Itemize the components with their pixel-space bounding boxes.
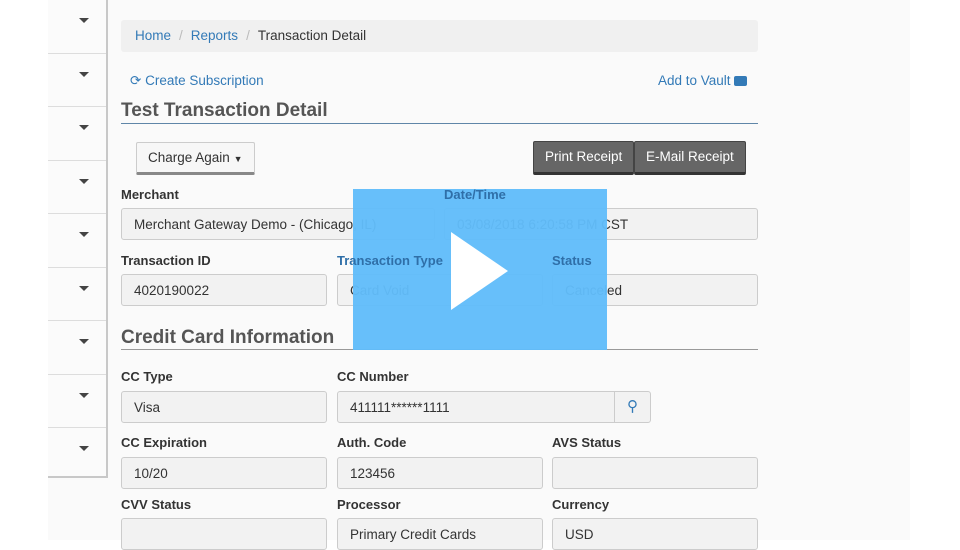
- search-icon: ⚲: [627, 398, 638, 415]
- currency-field[interactable]: USD: [552, 518, 758, 550]
- print-receipt-button[interactable]: Print Receipt: [533, 141, 635, 175]
- charge-again-button[interactable]: Charge Again ▼: [136, 142, 255, 175]
- sidebar-item[interactable]: [48, 375, 106, 428]
- sidebar-item[interactable]: [48, 54, 106, 107]
- avs-status-field[interactable]: [552, 457, 758, 489]
- sidebar-item[interactable]: [48, 428, 106, 482]
- caret-down-icon: [79, 125, 89, 130]
- create-subscription-link[interactable]: ⟳ Create Subscription: [130, 73, 264, 89]
- breadcrumb-reports[interactable]: Reports: [191, 28, 238, 43]
- breadcrumb-separator: /: [179, 28, 183, 43]
- sidebar-item[interactable]: [48, 0, 106, 54]
- caret-down-icon: [79, 339, 89, 344]
- cc-type-label: CC Type: [121, 369, 173, 384]
- search-button[interactable]: ⚲: [614, 391, 651, 423]
- cc-expiration-field[interactable]: 10/20: [121, 457, 327, 489]
- credit-card-section-title: Credit Card Information: [121, 327, 335, 348]
- breadcrumb-current: Transaction Detail: [257, 28, 367, 43]
- add-to-vault-link[interactable]: Add to Vault: [658, 73, 748, 88]
- caret-down-icon: [79, 446, 89, 451]
- page-title: Test Transaction Detail: [121, 100, 328, 121]
- caret-down-icon: [79, 232, 89, 237]
- cvv-status-label: CVV Status: [121, 497, 192, 512]
- caret-down-icon: [79, 392, 89, 398]
- avs-status-label: AVS Status: [552, 435, 622, 450]
- breadcrumb-separator: /: [246, 28, 250, 43]
- processor-field[interactable]: Primary Credit Cards: [337, 518, 543, 550]
- sidebar-item[interactable]: [48, 161, 106, 214]
- transaction-id-field[interactable]: 4020190022: [121, 274, 327, 306]
- video-play-button[interactable]: [353, 189, 607, 350]
- status-label: Status: [552, 253, 592, 268]
- caret-down-icon: [79, 178, 89, 184]
- briefcase-icon: [734, 76, 748, 86]
- cc-number-label: CC Number: [337, 369, 409, 384]
- play-icon: [451, 232, 508, 310]
- sidebar-item[interactable]: [48, 321, 106, 375]
- datetime-label: Date/Time: [444, 187, 506, 202]
- add-to-vault-label: Add to Vault: [658, 73, 731, 88]
- charge-again-label: Charge Again: [148, 150, 230, 165]
- sidebar: [48, 0, 108, 478]
- caret-down-icon: ▼: [233, 154, 243, 164]
- refresh-icon: ⟳: [130, 73, 142, 88]
- breadcrumb-home[interactable]: Home: [135, 28, 171, 43]
- caret-down-icon: [79, 285, 89, 291]
- auth-code-label: Auth. Code: [337, 435, 407, 450]
- create-subscription-label: Create Subscription: [145, 73, 264, 88]
- transaction-id-label: Transaction ID: [121, 253, 211, 268]
- transaction-type-label: Transaction Type: [337, 253, 443, 268]
- currency-label: Currency: [552, 497, 610, 512]
- sidebar-item[interactable]: [48, 107, 106, 161]
- divider: [121, 123, 758, 124]
- sidebar-item[interactable]: [48, 268, 106, 321]
- cc-expiration-label: CC Expiration: [121, 435, 207, 450]
- processor-label: Processor: [337, 497, 401, 512]
- caret-down-icon: [79, 71, 89, 77]
- email-receipt-button[interactable]: E-Mail Receipt: [634, 141, 746, 175]
- merchant-label: Merchant: [121, 187, 179, 202]
- cc-number-field[interactable]: 411111******1111: [337, 391, 615, 423]
- breadcrumb: Home / Reports / Transaction Detail: [121, 20, 758, 52]
- auth-code-field[interactable]: 123456: [337, 457, 543, 489]
- cvv-status-field[interactable]: [121, 518, 327, 550]
- caret-down-icon: [79, 18, 89, 23]
- cc-type-field[interactable]: Visa: [121, 391, 327, 423]
- sidebar-item[interactable]: [48, 214, 106, 268]
